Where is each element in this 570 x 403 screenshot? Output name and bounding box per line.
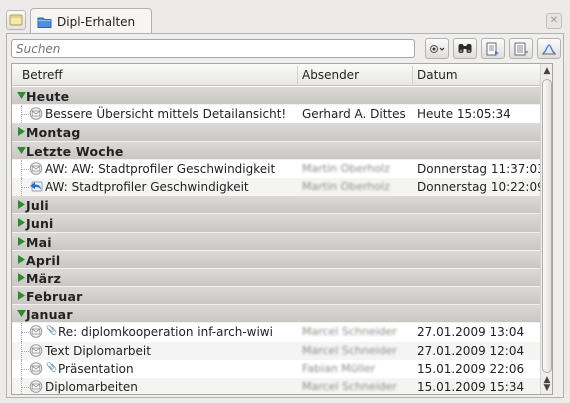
tree-branch xyxy=(21,114,29,116)
group-header-row[interactable]: Februar xyxy=(12,287,542,306)
group-label: Februar xyxy=(26,289,83,305)
tab-label: Dipl-Erhalten xyxy=(57,14,136,29)
group-header-row[interactable]: April xyxy=(12,250,542,269)
group-header-row[interactable]: Juli xyxy=(12,196,542,215)
message-sender: Martin Oberholz xyxy=(302,179,390,193)
message-row[interactable]: Bessere Übersicht mittels Detailansicht!… xyxy=(12,105,542,124)
message-row[interactable]: Text Diplomarbeit Marcel Schneider 27.01.2… xyxy=(12,341,542,360)
message-date: Donnerstag 11:37:03 xyxy=(417,161,545,176)
message-date: 15.01.2009 15:34 xyxy=(417,380,525,394)
message-row[interactable]: 📎 Re: diplomkooperation inf-arch-wiwi Marc… xyxy=(12,323,542,342)
chart-icon xyxy=(542,43,556,54)
message-date: Donnerstag 10:22:09 xyxy=(417,179,545,194)
message-row[interactable]: Diplomarbeiten Marcel Schneider 15.01.2009… xyxy=(12,378,542,394)
chart-button[interactable] xyxy=(537,38,561,59)
tree-branch xyxy=(21,368,29,370)
group-label: Heute xyxy=(26,89,70,104)
tree-branch xyxy=(21,186,29,188)
group-label: Montag xyxy=(26,125,81,141)
message-sender: Martin Oberholz xyxy=(302,161,390,175)
paperclip-icon: 📎 xyxy=(46,326,58,337)
new-tab-button[interactable] xyxy=(6,10,26,30)
message-date: Heute 15:05:34 xyxy=(417,107,511,122)
mail-icon xyxy=(29,380,43,393)
group-label: Juli xyxy=(26,198,49,214)
message-sender: Gerhard A. Dittes xyxy=(302,107,406,122)
mail-icon xyxy=(29,362,43,375)
search-input[interactable] xyxy=(11,39,415,58)
group-header-row[interactable]: Mai xyxy=(12,232,542,251)
find-button[interactable] xyxy=(453,38,477,59)
message-subject: AW: AW: Stadtprofiler Geschwindigkeit xyxy=(45,161,276,176)
group-label: März xyxy=(26,270,62,286)
message-date: 27.01.2009 12:04 xyxy=(417,343,525,358)
vertical-scrollbar[interactable]: ▲ ▲ ▼ xyxy=(540,64,552,394)
message-date: 15.01.2009 22:06 xyxy=(417,361,525,376)
message-subject: Bessere Übersicht mittels Detailansicht! xyxy=(45,107,287,122)
group-label: Januar xyxy=(26,307,73,323)
binoculars-icon xyxy=(458,44,472,53)
scroll-down-arrow[interactable]: ▲ ▼ xyxy=(542,376,552,393)
message-subject: Text Diplomarbeit xyxy=(45,343,151,358)
close-tab-button[interactable]: ✕ xyxy=(546,13,562,29)
column-header-sender[interactable]: Absender xyxy=(302,68,359,82)
list-view-button[interactable] xyxy=(509,38,533,59)
message-row[interactable]: AW: AW: Stadtprofiler Geschwindigkeit Mar… xyxy=(12,159,545,178)
message-sender: Marcel Schneider xyxy=(302,380,397,393)
group-label: Letzte Woche xyxy=(26,143,124,159)
export-icon xyxy=(486,42,499,55)
tree-branch xyxy=(21,168,29,170)
tree-branch xyxy=(21,332,29,334)
mail-icon xyxy=(29,161,43,175)
group-header-row[interactable]: Heute xyxy=(12,87,542,106)
message-sender: Marcel Schneider xyxy=(302,343,397,357)
tab-dipl-erhalten[interactable]: Dipl-Erhalten xyxy=(30,8,152,34)
column-header-date[interactable]: Datum xyxy=(417,68,458,82)
message-subject: AW: Stadtprofiler Geschwindigkeit xyxy=(45,179,249,194)
folder-icon xyxy=(37,17,52,28)
message-row[interactable]: 📎 Präsentation Fabian Müller 15.01.2009 22:… xyxy=(12,359,542,378)
group-header-row[interactable]: Montag xyxy=(12,123,542,142)
list-rows: Heute Bessere Übersicht mittels Detailans… xyxy=(12,87,545,394)
mail-window: Dipl-Erhalten ✕ Suchen Betreff Absender … xyxy=(0,0,570,403)
message-sender: Marcel Schneider xyxy=(302,325,397,339)
group-header-row[interactable]: März xyxy=(12,268,542,288)
message-subject: Präsentation xyxy=(58,361,134,376)
scroll-up-arrow[interactable]: ▲ xyxy=(542,66,552,76)
tab-bar: Dipl-Erhalten ✕ xyxy=(6,8,564,34)
tree-branch xyxy=(21,387,29,388)
list-icon xyxy=(514,42,528,55)
view-options-button[interactable] xyxy=(425,38,449,59)
close-icon: ✕ xyxy=(549,15,559,26)
message-subject: Diplomarbeiten xyxy=(45,380,138,394)
column-divider[interactable] xyxy=(297,66,298,84)
group-label: Juni xyxy=(26,216,54,232)
message-row[interactable]: AW: Stadtprofiler Geschwindigkeit Martin … xyxy=(12,177,545,197)
group-label: April xyxy=(26,252,61,268)
new-tab-icon xyxy=(9,14,23,26)
message-list[interactable]: Betreff Absender Datum Heute Bessere Über… xyxy=(11,63,553,395)
mail-icon xyxy=(29,343,43,357)
column-header-subject[interactable]: Betreff xyxy=(22,68,63,82)
group-header-row[interactable]: Letzte Woche xyxy=(12,141,542,160)
reply-icon xyxy=(30,181,43,192)
export-button[interactable] xyxy=(481,38,505,59)
paperclip-icon: 📎 xyxy=(46,362,58,373)
tree-branch xyxy=(21,350,29,352)
column-divider[interactable] xyxy=(412,66,413,84)
message-sender: Fabian Müller xyxy=(302,361,376,375)
group-label: Mai xyxy=(26,234,52,250)
message-date: 27.01.2009 13:04 xyxy=(417,325,525,340)
group-header-row[interactable]: Januar xyxy=(12,305,542,324)
scrollbar-thumb[interactable] xyxy=(542,79,552,373)
group-header-row[interactable]: Juni xyxy=(12,214,542,233)
mail-icon xyxy=(29,325,43,339)
mail-icon xyxy=(29,107,43,120)
message-subject: Re: diplomkooperation inf-arch-wiwi xyxy=(58,325,273,340)
list-header: Betreff Absender Datum xyxy=(12,64,542,86)
view-options-icon xyxy=(430,44,445,53)
